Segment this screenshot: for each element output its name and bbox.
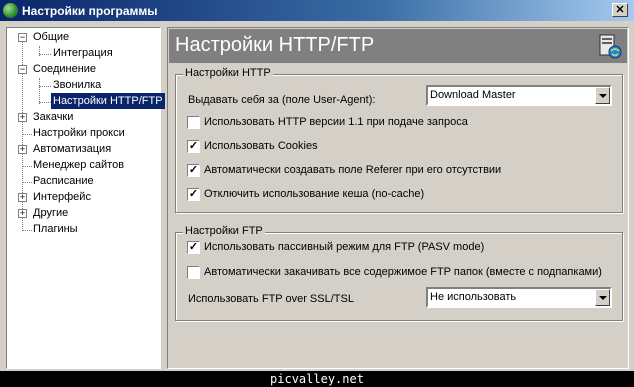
expand-icon[interactable]: +: [18, 113, 27, 122]
tree-connector: [22, 182, 32, 183]
pasv-mode-label: Использовать пассивный режим для FTP (PA…: [204, 241, 485, 253]
dropdown-arrow-icon[interactable]: [595, 289, 610, 306]
tree-item-schedule[interactable]: Расписание: [33, 173, 94, 189]
http-group-legend: Настройки HTTP: [183, 67, 273, 79]
no-cache-label: Отключить использование кеша (no-cache): [204, 188, 425, 200]
watermark: picvalley.net: [0, 371, 634, 387]
user-agent-label: Выдавать себя за (поле User-Agent):: [188, 94, 376, 106]
http11-checkbox[interactable]: [187, 116, 200, 129]
tree-item-http-ftp-settings[interactable]: Настройки HTTP/FTP: [51, 93, 165, 109]
cookies-checkbox[interactable]: ✓: [187, 140, 200, 153]
user-agent-value: Download Master: [430, 89, 516, 101]
expand-icon[interactable]: +: [18, 145, 27, 154]
tree-item-interface[interactable]: Интерфейс: [33, 189, 91, 205]
dropdown-arrow-icon[interactable]: [595, 87, 610, 104]
expand-icon[interactable]: +: [18, 193, 27, 202]
tree-connector: [22, 134, 32, 135]
tree-connector: [39, 102, 51, 103]
tree-item-proxy-settings[interactable]: Настройки прокси: [33, 125, 125, 141]
ftp-recursive-label: Автоматически закачивать все содержимое …: [204, 266, 602, 278]
tree-connector: [22, 230, 32, 231]
no-cache-checkbox[interactable]: ✓: [187, 188, 200, 201]
tree-item-integration[interactable]: Интеграция: [53, 45, 113, 61]
app-globe-icon: [3, 3, 18, 18]
tree-item-plugins[interactable]: Плагины: [33, 221, 78, 237]
tree-item-other[interactable]: Другие: [33, 205, 68, 221]
ftp-ssl-select[interactable]: Не использовать: [426, 287, 612, 308]
tree-connector: [39, 86, 51, 87]
tree-item-general[interactable]: Общие: [33, 29, 69, 45]
tree-item-automation[interactable]: Автоматизация: [33, 141, 111, 157]
tree-connector: [22, 166, 32, 167]
page-title: Настройки HTTP/FTP: [175, 34, 375, 56]
cookies-label: Использовать Cookies: [204, 140, 318, 152]
ftp-ssl-label: Использовать FTP over SSL/TSL: [188, 293, 354, 305]
ftp-group-legend: Настройки FTP: [183, 225, 265, 237]
pasv-mode-checkbox[interactable]: ✓: [187, 241, 200, 254]
expand-icon[interactable]: +: [18, 209, 27, 218]
tree-item-site-manager[interactable]: Менеджер сайтов: [33, 157, 124, 173]
settings-tree[interactable]: − Общие Интеграция − Соединение Звонилка…: [6, 27, 165, 369]
tree-connector: [39, 54, 51, 55]
tree-item-connection[interactable]: Соединение: [33, 61, 96, 77]
panel-header: Настройки HTTP/FTP: [169, 29, 627, 63]
ftp-ssl-value: Не использовать: [430, 291, 517, 303]
tree-connector: [39, 78, 40, 104]
network-settings-icon: [599, 34, 622, 59]
referer-label: Автоматически создавать поле Referer при…: [204, 164, 502, 176]
window-title: Настройки программы: [22, 4, 158, 18]
referer-checkbox[interactable]: ✓: [187, 164, 200, 177]
close-button[interactable]: ✕: [612, 3, 628, 17]
tree-item-dialer[interactable]: Звонилка: [53, 77, 101, 93]
http11-label: Использовать HTTP версии 1.1 при подаче …: [204, 116, 468, 128]
user-agent-select[interactable]: Download Master: [426, 85, 612, 106]
ftp-recursive-checkbox[interactable]: [187, 266, 200, 279]
tree-item-downloads[interactable]: Закачки: [33, 109, 73, 125]
collapse-icon[interactable]: −: [18, 33, 27, 42]
title-bar[interactable]: Настройки программы ✕: [0, 0, 634, 21]
collapse-icon[interactable]: −: [18, 65, 27, 74]
